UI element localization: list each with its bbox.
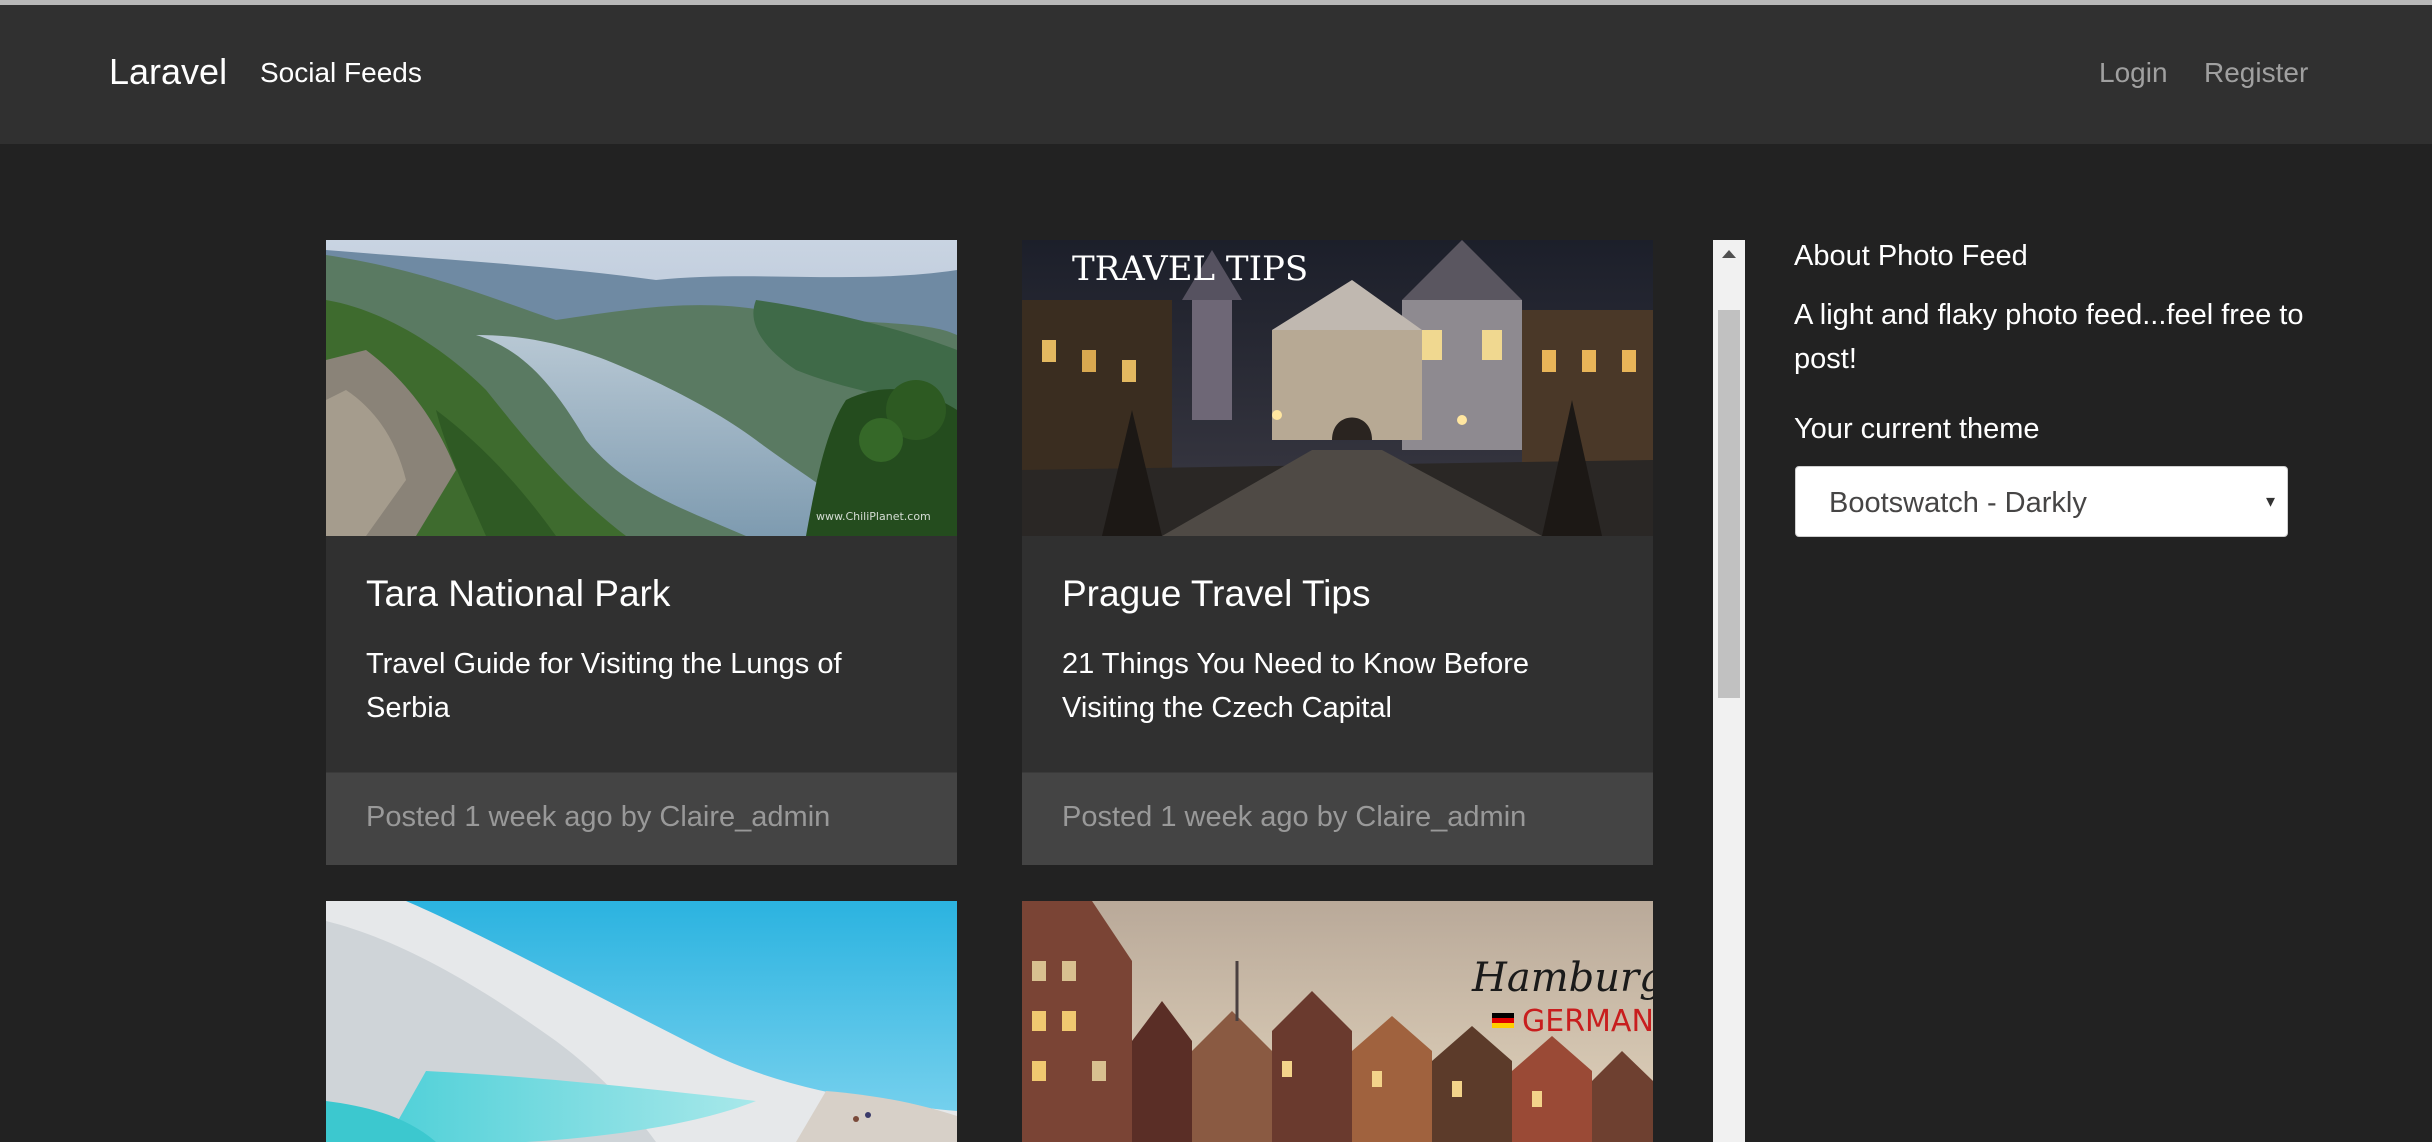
image-watermark: www.ChiliPlanet.com — [816, 510, 931, 523]
sidebar-heading: About Photo Feed — [1794, 240, 2028, 272]
post-title[interactable]: Prague Travel Tips — [1062, 573, 1370, 615]
image-overlay-text: Hamburg — [1471, 955, 1653, 1001]
image-overlay-subtext: GERMANY — [1522, 1004, 1653, 1039]
post-meta: Posted 1 week ago by Claire_admin — [366, 801, 831, 833]
theme-select[interactable]: Bootswatch - Darkly ▾ — [1795, 466, 2288, 537]
post-card: www.ChiliPlanet.com Tara National Park T… — [326, 240, 957, 865]
post-image[interactable]: Hamburg GERMANY — [1022, 901, 1653, 1142]
theme-select-value: Bootswatch - Darkly — [1829, 487, 2087, 519]
sidebar-description: A light and flaky photo feed...feel free… — [1794, 299, 2304, 375]
theme-label: Your current theme — [1794, 413, 2040, 445]
post-image[interactable] — [326, 901, 957, 1142]
post-card — [326, 901, 957, 1142]
post-subtitle: 21 Things You Need to Know Before Visiti… — [1062, 648, 1530, 724]
post-footer: Posted 1 week ago by Claire_admin — [326, 772, 957, 865]
post-card: Hamburg GERMANY — [1022, 901, 1653, 1142]
post-card: TRAVEL TIPS Prague Travel Tips 21 Things… — [1022, 240, 1653, 865]
post-image[interactable]: www.ChiliPlanet.com — [326, 240, 957, 536]
scrollbar-thumb[interactable] — [1718, 310, 1740, 698]
nav-social-feeds[interactable]: Social Feeds — [260, 57, 422, 89]
brand-link[interactable]: Laravel — [109, 51, 227, 93]
post-footer: Posted 1 week ago by Claire_admin — [1022, 772, 1653, 865]
navbar: Laravel Social Feeds Login Register — [0, 5, 2432, 144]
nav-register[interactable]: Register — [2204, 57, 2308, 89]
post-image[interactable]: TRAVEL TIPS — [1022, 240, 1653, 536]
nav-login[interactable]: Login — [2099, 57, 2168, 89]
chevron-down-icon: ▾ — [2265, 491, 2275, 512]
post-title[interactable]: Tara National Park — [366, 573, 670, 615]
scroll-up-arrow-icon[interactable] — [1713, 240, 1745, 268]
image-overlay-text: TRAVEL TIPS — [1072, 249, 1308, 289]
post-meta: Posted 1 week ago by Claire_admin — [1062, 801, 1527, 833]
post-subtitle: Travel Guide for Visiting the Lungs of S… — [366, 648, 842, 724]
feed-scrollbar[interactable] — [1713, 240, 1745, 1142]
